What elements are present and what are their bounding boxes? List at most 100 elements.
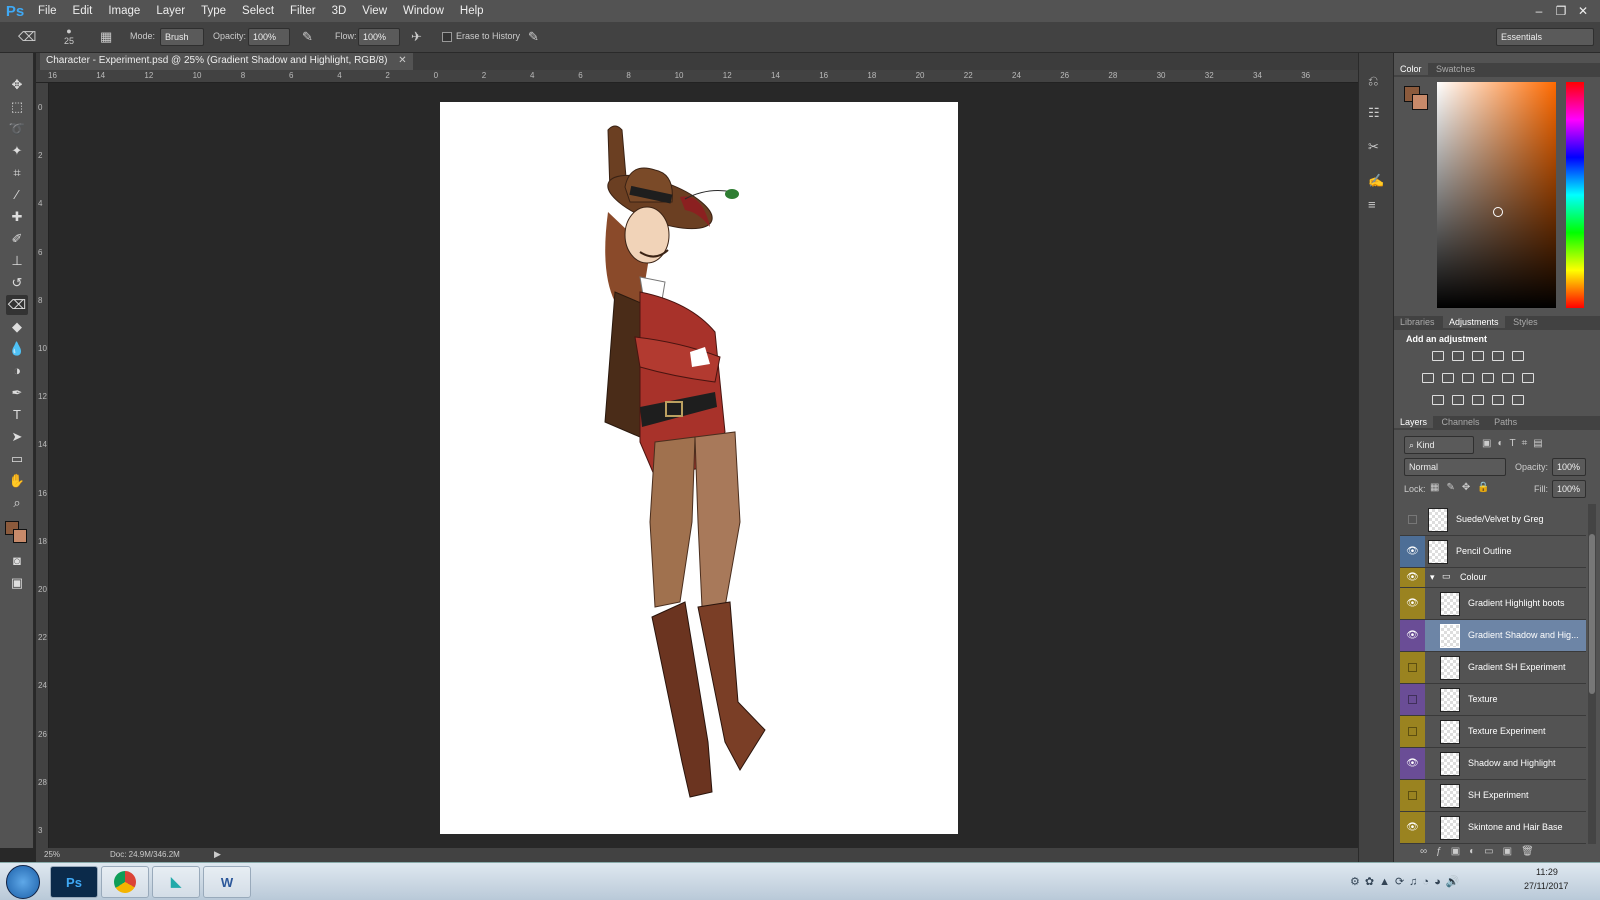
brush-presets-icon[interactable]: ✍: [1368, 173, 1384, 189]
eye-icon[interactable]: 👁: [1400, 588, 1425, 619]
layers-scrollbar[interactable]: [1588, 504, 1596, 844]
color-lookup-icon[interactable]: [1522, 373, 1534, 383]
tab-color[interactable]: Color: [1394, 63, 1428, 75]
eye-icon[interactable]: 👁: [1400, 812, 1425, 843]
marquee-tool-icon[interactable]: ⬚: [6, 97, 28, 117]
layer-row[interactable]: 👁 Skintone and Hair Base: [1400, 812, 1586, 844]
eye-icon[interactable]: 👁: [1400, 536, 1425, 567]
quick-select-tool-icon[interactable]: ✦: [6, 141, 28, 161]
pressure-size-icon[interactable]: ✎: [528, 29, 539, 45]
layer-action-icons[interactable]: ∞ƒ▣◐▭▣🗑: [1420, 846, 1592, 858]
color-balance-icon[interactable]: [1442, 373, 1454, 383]
screen-mode-icon[interactable]: ▣: [6, 573, 28, 593]
hue-slider[interactable]: [1566, 82, 1584, 308]
channel-mixer-icon[interactable]: [1502, 373, 1514, 383]
menu-select[interactable]: Select: [234, 0, 282, 22]
type-tool-icon[interactable]: T: [6, 405, 28, 425]
menu-help[interactable]: Help: [452, 0, 492, 22]
system-tray-icons[interactable]: ⚙✿▲⟳♫◔◕🔊: [1350, 875, 1500, 889]
mode-select[interactable]: Brush: [160, 28, 204, 46]
eraser-tool-preset-icon[interactable]: ⌫: [18, 29, 36, 45]
history-panel-icon[interactable]: ⎌: [1368, 73, 1378, 89]
dodge-tool-icon[interactable]: ◑: [6, 361, 28, 381]
gradient-map-icon[interactable]: [1512, 395, 1524, 405]
taskbar-app[interactable]: ◣: [152, 866, 200, 898]
hue-saturation-icon[interactable]: [1422, 373, 1434, 383]
color-picker-cursor[interactable]: [1493, 207, 1503, 217]
background-color-swatch[interactable]: [13, 529, 27, 543]
minimize-icon[interactable]: –: [1528, 2, 1550, 20]
vibrance-icon[interactable]: [1512, 351, 1524, 361]
layer-opacity-field[interactable]: 100%: [1552, 458, 1586, 476]
layer-row[interactable]: 👁 Shadow and Highlight: [1400, 748, 1586, 780]
invert-icon[interactable]: [1432, 395, 1444, 405]
posterize-icon[interactable]: [1452, 395, 1464, 405]
layer-row[interactable]: Suede/Velvet by Greg: [1400, 504, 1586, 536]
tab-styles[interactable]: Styles: [1507, 316, 1544, 328]
black-white-icon[interactable]: [1462, 373, 1474, 383]
tool-presets-icon[interactable]: ✂: [1368, 139, 1379, 155]
path-select-tool-icon[interactable]: ➤: [6, 427, 28, 447]
layer-row[interactable]: SH Experiment: [1400, 780, 1586, 812]
zoom-tool-icon[interactable]: ⌕: [6, 493, 28, 513]
brush-preset-picker[interactable]: ● 25: [60, 26, 78, 46]
visibility-toggle[interactable]: [1400, 780, 1425, 811]
visibility-toggle[interactable]: [1400, 652, 1425, 683]
move-tool-icon[interactable]: ✥: [6, 75, 28, 95]
layers-scroll-thumb[interactable]: [1589, 534, 1595, 694]
flow-field[interactable]: 100%: [358, 28, 400, 46]
clone-stamp-tool-icon[interactable]: ⊥: [6, 251, 28, 271]
quick-mask-icon[interactable]: ◙: [6, 551, 28, 571]
group-expand-icon[interactable]: ▾: [1430, 572, 1435, 583]
visibility-toggle[interactable]: [1400, 504, 1425, 535]
tab-layers[interactable]: Layers: [1394, 416, 1434, 428]
menu-window[interactable]: Window: [395, 0, 452, 22]
eye-icon[interactable]: 👁: [1400, 620, 1425, 651]
layer-kind-filter[interactable]: ⌕ Kind: [1404, 436, 1474, 454]
taskbar-chrome[interactable]: [101, 866, 149, 898]
layer-row[interactable]: 👁 Gradient Shadow and Hig...: [1400, 620, 1586, 652]
layer-filter-icons[interactable]: ▣◐T⌗▤: [1482, 438, 1582, 450]
properties-panel-icon[interactable]: ☷: [1368, 105, 1380, 121]
menu-filter[interactable]: Filter: [282, 0, 324, 22]
paint-bucket-tool-icon[interactable]: ◆: [6, 317, 28, 337]
workspace-select[interactable]: Essentials: [1496, 28, 1594, 46]
pen-tool-icon[interactable]: ✒: [6, 383, 28, 403]
curves-icon[interactable]: [1472, 351, 1484, 361]
rectangle-tool-icon[interactable]: ▭: [6, 449, 28, 469]
menu-edit[interactable]: Edit: [65, 0, 101, 22]
airbrush-icon[interactable]: ✈: [411, 29, 422, 45]
photo-filter-icon[interactable]: [1482, 373, 1494, 383]
taskbar-photoshop[interactable]: Ps: [50, 866, 98, 898]
pressure-opacity-icon[interactable]: ✎: [302, 29, 313, 45]
exposure-icon[interactable]: [1492, 351, 1504, 361]
brightness-contrast-icon[interactable]: [1432, 351, 1444, 361]
taskbar-word[interactable]: W: [203, 866, 251, 898]
opacity-field[interactable]: 100%: [248, 28, 290, 46]
eye-icon[interactable]: 👁: [1400, 748, 1425, 779]
brush-tool-icon[interactable]: ✐: [6, 229, 28, 249]
layer-row[interactable]: Texture: [1400, 684, 1586, 716]
start-button[interactable]: [6, 865, 40, 899]
eye-icon[interactable]: 👁: [1400, 568, 1425, 587]
lasso-tool-icon[interactable]: ➰: [6, 119, 28, 139]
visibility-toggle[interactable]: [1400, 684, 1425, 715]
menu-layer[interactable]: Layer: [148, 0, 193, 22]
selective-color-icon[interactable]: [1492, 395, 1504, 405]
document-tab[interactable]: Character - Experiment.psd @ 25% (Gradie…: [40, 53, 413, 70]
layer-row[interactable]: 👁 Pencil Outline: [1400, 536, 1586, 568]
healing-brush-tool-icon[interactable]: ✚: [6, 207, 28, 227]
hand-tool-icon[interactable]: ✋: [6, 471, 28, 491]
blend-mode-select[interactable]: Normal: [1404, 458, 1506, 476]
visibility-toggle[interactable]: [1400, 716, 1425, 747]
menu-type[interactable]: Type: [193, 0, 234, 22]
document-canvas[interactable]: [440, 102, 958, 834]
menu-image[interactable]: Image: [100, 0, 148, 22]
eraser-tool-icon[interactable]: ⌫: [6, 295, 28, 315]
tab-adjustments[interactable]: Adjustments: [1443, 316, 1505, 328]
color-picker-field[interactable]: [1437, 82, 1556, 308]
menu-view[interactable]: View: [354, 0, 395, 22]
zoom-level[interactable]: 25%: [44, 850, 60, 859]
layer-row[interactable]: Gradient SH Experiment: [1400, 652, 1586, 684]
tab-swatches[interactable]: Swatches: [1430, 63, 1481, 75]
